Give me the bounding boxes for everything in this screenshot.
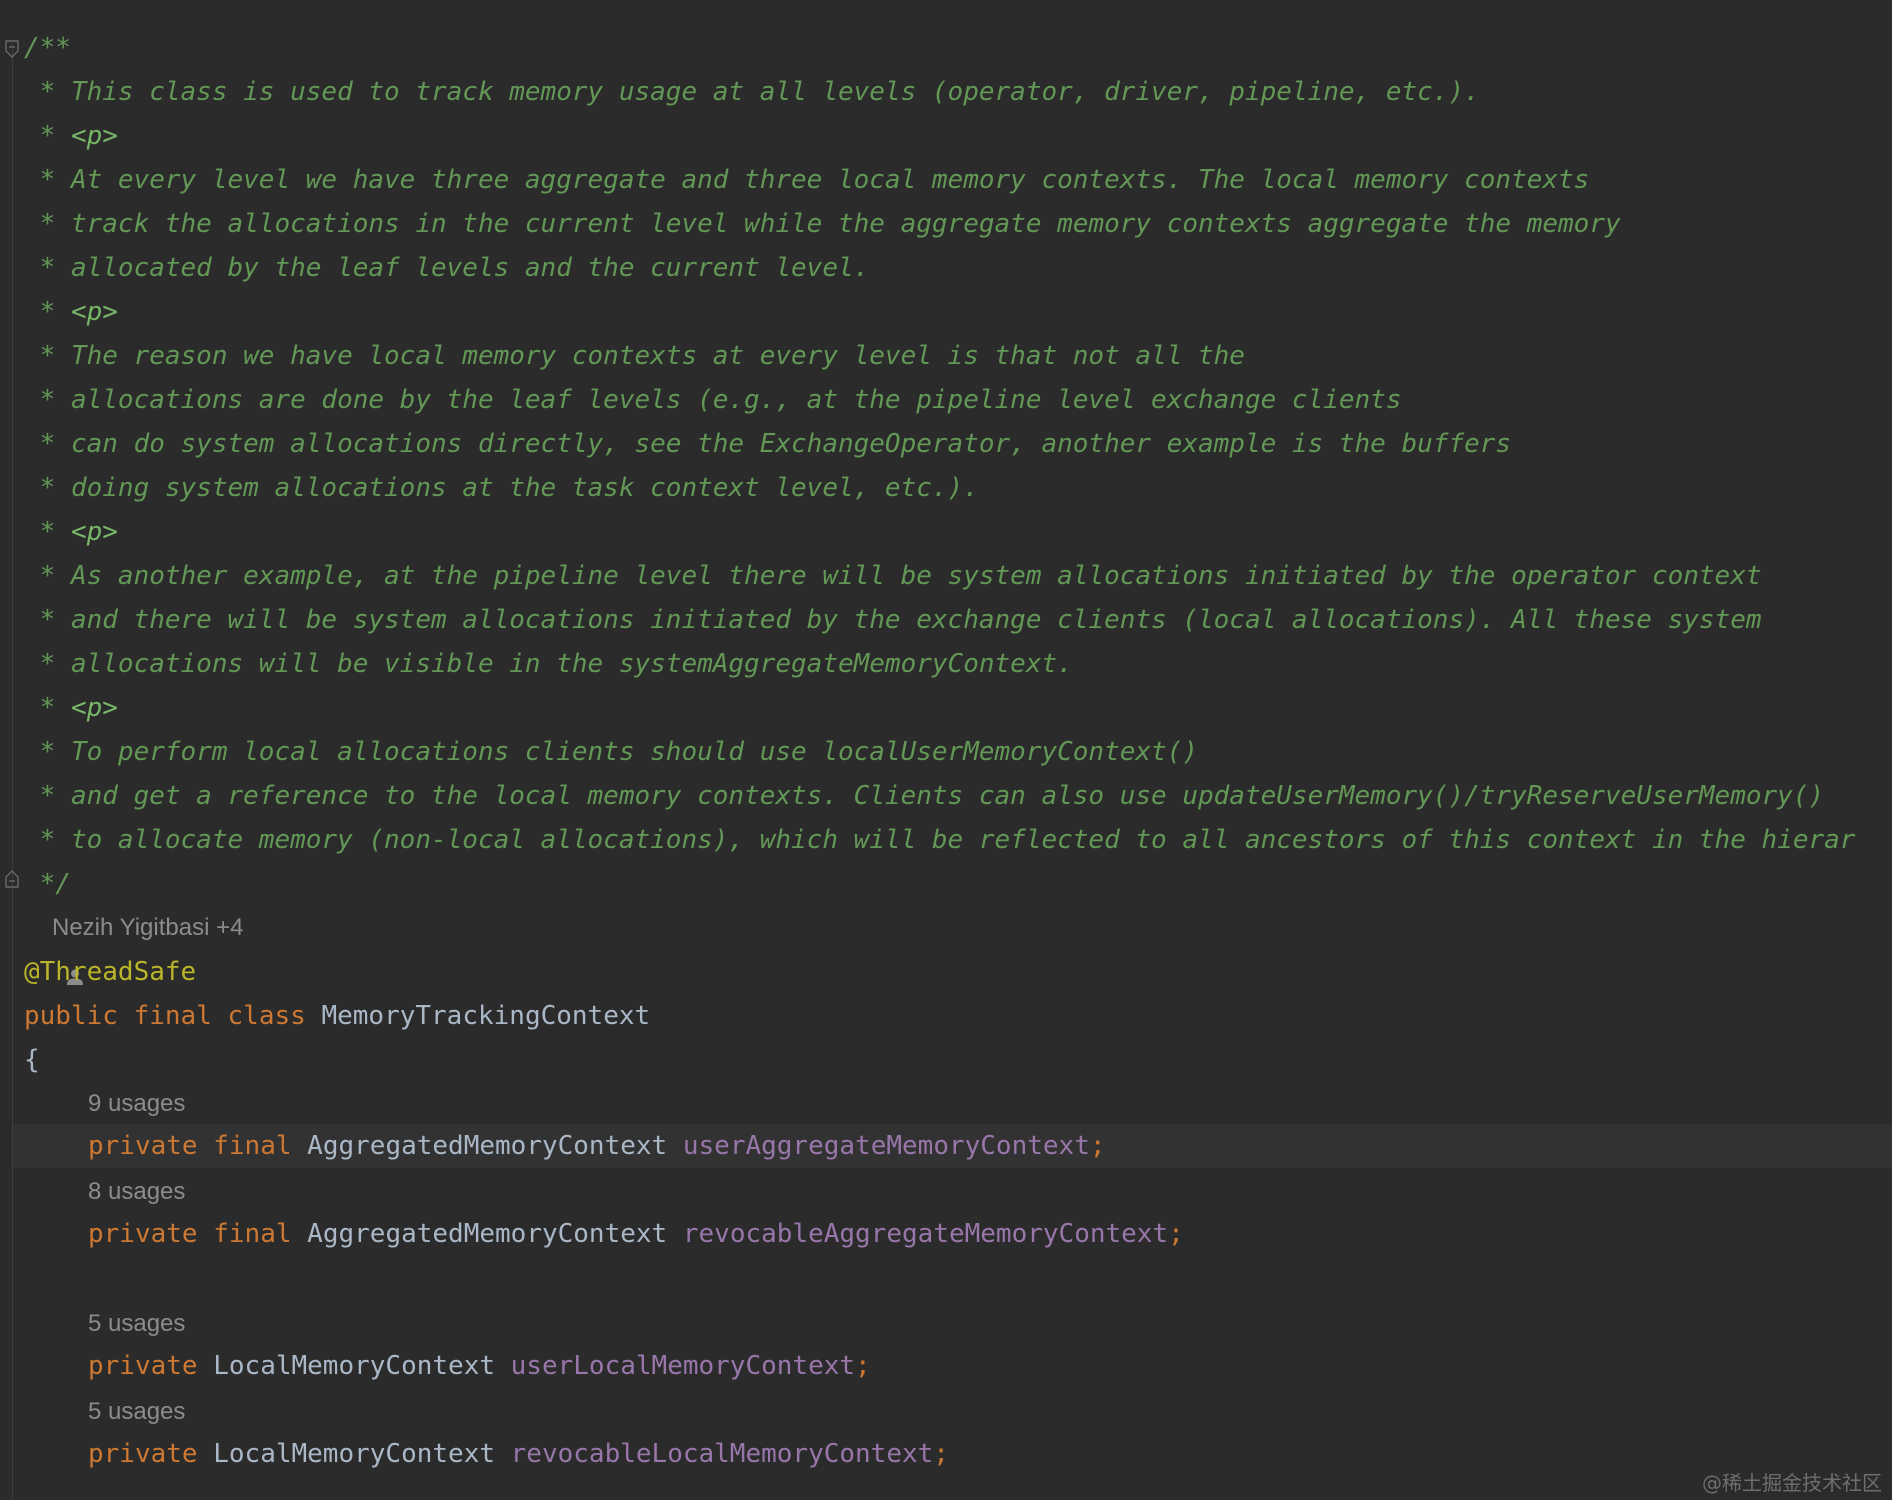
doc-comment-line: /** <box>24 33 71 63</box>
field-type: LocalMemoryContext <box>213 1439 495 1469</box>
author-hint[interactable]: Nezih Yigitbasi +4 <box>26 908 244 985</box>
doc-comment-line: * allocations will be visible in the sys… <box>24 649 1073 679</box>
doc-comment-line: * can do system allocations directly, se… <box>24 429 1512 459</box>
author-hint-text: Nezih Yigitbasi +4 <box>52 914 244 941</box>
semicolon: ; <box>1168 1219 1184 1249</box>
doc-comment-line: * <p> <box>24 121 118 151</box>
doc-comment-line: * This class is used to track memory usa… <box>24 77 1480 107</box>
doc-comment-line: * and get a reference to the local memor… <box>24 781 1825 811</box>
semicolon: ; <box>933 1439 949 1469</box>
class-name: MemoryTrackingContext <box>321 1001 651 1031</box>
semicolon: ; <box>1089 1131 1106 1161</box>
field-declaration: private final AggregatedMemoryContext us… <box>88 1124 1106 1168</box>
field-declaration: private LocalMemoryContext userLocalMemo… <box>88 1344 871 1388</box>
field-name: userLocalMemoryContext <box>510 1351 856 1381</box>
person-icon <box>26 919 84 985</box>
keyword-private: private <box>88 1439 198 1469</box>
annotation-line: @ThreadSafe <box>24 957 197 987</box>
doc-comment-line: */ <box>24 869 71 899</box>
doc-comment-line: * to allocate memory (non-local allocati… <box>24 825 1856 855</box>
fold-gutter-line <box>12 44 13 1500</box>
keyword-private: private <box>88 1219 198 1249</box>
doc-comment-line: * At every level we have three aggregate… <box>24 165 1590 195</box>
keyword-final: final <box>213 1219 292 1249</box>
field-type: AggregatedMemoryContext <box>307 1219 668 1249</box>
semicolon: ; <box>855 1351 871 1381</box>
doc-comment-line: * doing system allocations at the task c… <box>24 473 979 503</box>
doc-comment-line: * allocations are done by the leaf level… <box>24 385 1402 415</box>
field-type: LocalMemoryContext <box>213 1351 495 1381</box>
usages-hint[interactable]: 9 usages <box>88 1084 185 1124</box>
doc-comment-line: * and there will be system allocations i… <box>24 605 1762 635</box>
field-declaration: private LocalMemoryContext revocableLoca… <box>88 1432 949 1476</box>
doc-comment-line: * As another example, at the pipeline le… <box>24 561 1762 591</box>
watermark: @稀土掘金技术社区 <box>1702 1471 1882 1495</box>
code-editor[interactable]: /** * This class is used to track memory… <box>0 0 1892 1500</box>
keyword-private: private <box>88 1351 198 1381</box>
doc-comment-line: * allocated by the leaf levels and the c… <box>24 253 870 283</box>
keyword-public: public <box>24 1001 118 1031</box>
usages-hint[interactable]: 5 usages <box>88 1392 185 1432</box>
doc-comment-line: * The reason we have local memory contex… <box>24 341 1245 371</box>
field-name: revocableLocalMemoryContext <box>510 1439 934 1469</box>
keyword-class: class <box>227 1001 306 1031</box>
doc-comment-line: * track the allocations in the current l… <box>24 209 1621 239</box>
fold-icon[interactable] <box>4 870 20 888</box>
keyword-final: final <box>133 1001 212 1031</box>
field-type: AggregatedMemoryContext <box>307 1131 668 1161</box>
usages-hint[interactable]: 8 usages <box>88 1172 185 1212</box>
doc-comment-line: * <p> <box>24 517 118 547</box>
doc-comment-line: * To perform local allocations clients s… <box>24 737 1198 767</box>
usages-hint[interactable]: 5 usages <box>88 1304 185 1344</box>
keyword-private: private <box>88 1131 198 1161</box>
keyword-final: final <box>213 1131 292 1161</box>
fold-icon[interactable] <box>4 40 20 58</box>
doc-comment-line: * <p> <box>24 297 118 327</box>
doc-comment-line: * <p> <box>24 693 118 723</box>
field-name: revocableAggregateMemoryContext <box>682 1219 1169 1249</box>
field-name: userAggregateMemoryContext <box>682 1131 1090 1161</box>
field-declaration: private final AggregatedMemoryContext re… <box>88 1212 1184 1256</box>
open-brace: { <box>24 1045 40 1075</box>
class-declaration: public final class MemoryTrackingContext <box>24 994 650 1038</box>
